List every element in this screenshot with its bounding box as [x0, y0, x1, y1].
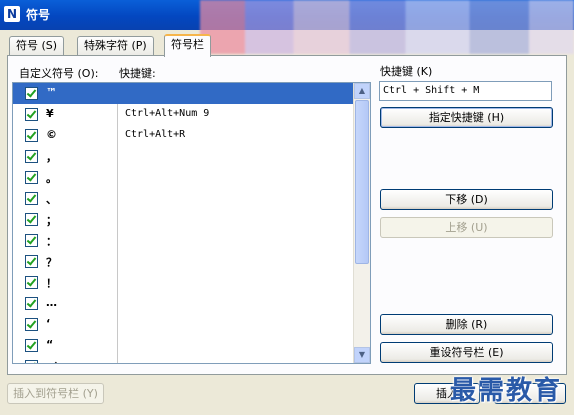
- row-symbol: ，: [46, 151, 57, 164]
- row-symbol: ‘: [46, 317, 51, 330]
- row-symbol: ！: [46, 277, 57, 290]
- row-checkbox[interactable]: [25, 318, 38, 331]
- row-checkbox[interactable]: [25, 192, 38, 205]
- list-item[interactable]: …: [13, 293, 353, 314]
- row-checkbox[interactable]: [25, 276, 38, 289]
- tab-symbol-bar[interactable]: 符号栏: [164, 34, 211, 57]
- row-checkbox[interactable]: [25, 171, 38, 184]
- list-item[interactable]: ‘: [13, 314, 353, 335]
- reset-symbol-bar-button[interactable]: 重设符号栏 (E): [380, 342, 553, 363]
- custom-symbol-header: 自定义符号 (O):: [19, 67, 99, 80]
- row-symbol: ©: [46, 128, 57, 141]
- list-rows: ™ ¥ Ctrl+Alt+Num 9 © Ctrl+Alt+R ， 。、 ； ： ？ ！ … ‘ “ （: [13, 83, 353, 363]
- list-item[interactable]: © Ctrl+Alt+R: [13, 125, 353, 146]
- move-up-button[interactable]: 上移 (U): [380, 217, 553, 238]
- row-checkbox[interactable]: [25, 108, 38, 121]
- row-symbol: ；: [46, 214, 57, 227]
- row-checkbox[interactable]: [25, 360, 38, 363]
- app-icon: N: [4, 6, 20, 22]
- vertical-scrollbar[interactable]: ▲ ▼: [353, 83, 370, 363]
- tab-special-chars[interactable]: 特殊字符 (P): [77, 36, 154, 55]
- tab-symbols[interactable]: 符号 (S): [9, 36, 65, 55]
- window-title: 符号: [26, 8, 51, 22]
- assign-shortcut-button[interactable]: 指定快捷键 (H): [380, 107, 553, 128]
- shortcut-label: 快捷键 (K): [380, 65, 433, 78]
- row-symbol: “: [46, 338, 54, 351]
- scroll-down-icon[interactable]: ▼: [354, 347, 370, 363]
- tab-strip: 符号 (S) 特殊字符 (P) 符号栏: [7, 34, 567, 57]
- row-checkbox[interactable]: [25, 234, 38, 247]
- insert-to-bar-button[interactable]: 插入到符号栏 (Y): [7, 383, 104, 404]
- scroll-thumb[interactable]: [355, 100, 369, 264]
- row-symbol: 、: [46, 193, 57, 206]
- row-symbol: ：: [46, 235, 57, 248]
- watermark-logo: 最需教育: [450, 376, 563, 406]
- scroll-up-icon[interactable]: ▲: [354, 83, 370, 99]
- row-checkbox[interactable]: [25, 339, 38, 352]
- list-item[interactable]: ：: [13, 230, 353, 251]
- row-symbol: ™: [46, 86, 57, 99]
- row-shortcut: Ctrl+Alt+R: [125, 129, 186, 140]
- list-item[interactable]: ¥ Ctrl+Alt+Num 9: [13, 104, 353, 125]
- row-checkbox[interactable]: [25, 129, 38, 142]
- list-item[interactable]: ™: [13, 83, 353, 104]
- list-item[interactable]: ？: [13, 251, 353, 272]
- row-symbol: 。: [46, 172, 57, 185]
- shortcut-column-header: 快捷键:: [119, 67, 156, 80]
- symbol-list[interactable]: ™ ¥ Ctrl+Alt+Num 9 © Ctrl+Alt+R ， 。、 ； ： ？ ！ … ‘ “ （ ▲…: [12, 82, 371, 364]
- list-item[interactable]: 、: [13, 188, 353, 209]
- row-symbol: ？: [46, 256, 57, 269]
- row-checkbox[interactable]: [25, 213, 38, 226]
- row-checkbox[interactable]: [25, 87, 38, 100]
- row-shortcut: Ctrl+Alt+Num 9: [125, 108, 210, 119]
- row-symbol: …: [46, 296, 57, 309]
- list-item[interactable]: ！: [13, 272, 353, 293]
- row-symbol: （: [46, 359, 57, 363]
- delete-button[interactable]: 删除 (R): [380, 314, 553, 335]
- row-checkbox[interactable]: [25, 255, 38, 268]
- row-checkbox[interactable]: [25, 297, 38, 310]
- list-item[interactable]: （: [13, 356, 353, 363]
- list-item[interactable]: “: [13, 335, 353, 356]
- list-item[interactable]: ，: [13, 146, 353, 167]
- list-item[interactable]: ；: [13, 209, 353, 230]
- list-item[interactable]: 。: [13, 167, 353, 188]
- move-down-button[interactable]: 下移 (D): [380, 189, 553, 210]
- row-checkbox[interactable]: [25, 150, 38, 163]
- shortcut-input[interactable]: Ctrl + Shift + M: [379, 81, 552, 101]
- row-symbol: ¥: [46, 107, 54, 120]
